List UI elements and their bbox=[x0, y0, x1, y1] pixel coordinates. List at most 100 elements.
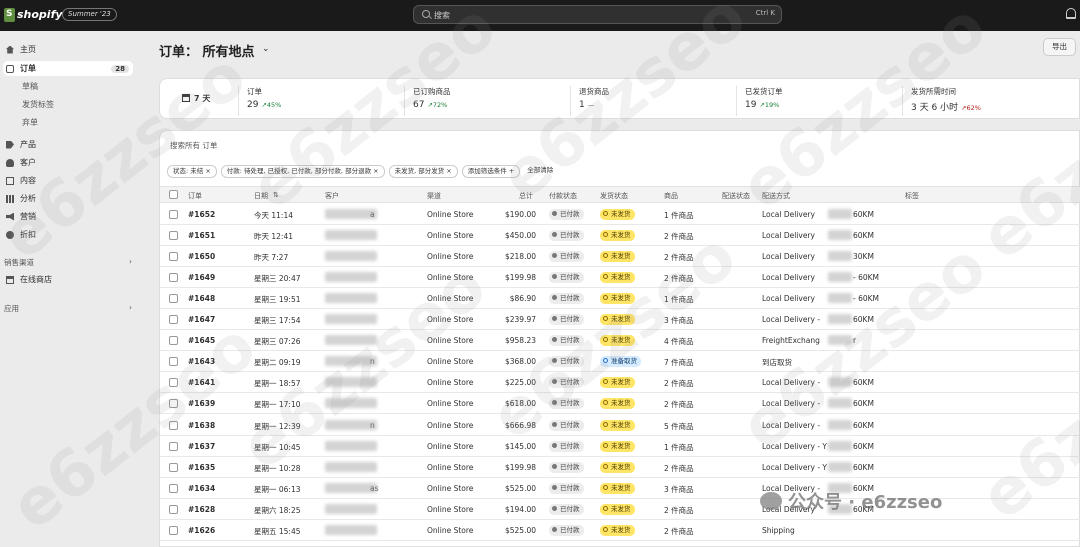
row-checkbox[interactable] bbox=[169, 525, 178, 535]
row-checkbox[interactable] bbox=[169, 483, 178, 493]
item-count[interactable]: 2 件商品 bbox=[664, 273, 694, 284]
sidebar-item-abandoned[interactable]: 弃单 bbox=[0, 115, 140, 130]
col-total[interactable]: 总计 bbox=[519, 191, 533, 201]
item-count[interactable]: 4 件商品 bbox=[664, 336, 694, 347]
table-row[interactable]: #1645 星期三 07:26 Online Store $958.23 已付款 未发货 4… bbox=[160, 330, 1080, 352]
row-checkbox[interactable] bbox=[169, 210, 178, 219]
row-checkbox[interactable] bbox=[169, 231, 178, 241]
order-number[interactable]: #1634 bbox=[188, 484, 215, 493]
table-row[interactable]: #1651 昨天 12:41 Online Store $450.00 已付款 未发货 2 … bbox=[160, 225, 1080, 247]
table-row[interactable]: #1626 星期五 15:45 Online Store $525.00 已付款 未发货 2… bbox=[160, 520, 1080, 541]
table-row[interactable]: #1641 星期一 18:57 Online Store $225.00 已付款 未发货 2… bbox=[160, 372, 1080, 394]
col-payment[interactable]: 付款状态 bbox=[549, 191, 577, 201]
row-checkbox[interactable] bbox=[169, 315, 178, 325]
date-range-button[interactable]: 7 天 bbox=[182, 93, 210, 104]
row-checkbox[interactable] bbox=[169, 294, 178, 304]
item-count[interactable]: 2 件商品 bbox=[664, 252, 694, 263]
stat-fulfill-time[interactable]: 发货所需时间 3 天 6 小时 ↗62% bbox=[902, 86, 1080, 116]
order-number[interactable]: #1647 bbox=[188, 315, 215, 324]
order-number[interactable]: #1652 bbox=[188, 210, 215, 219]
item-count[interactable]: 3 件商品 bbox=[664, 315, 694, 326]
item-count[interactable]: 7 件商品 bbox=[664, 357, 694, 368]
sidebar-item-content[interactable]: 内容 bbox=[0, 173, 140, 188]
item-count[interactable]: 2 件商品 bbox=[664, 378, 694, 389]
sidebar-item-online-store[interactable]: 在线商店 bbox=[0, 272, 140, 287]
table-row[interactable]: #1635 星期一 10:28 Online Store $199.98 已付款 未发货 2… bbox=[160, 457, 1080, 478]
table-row[interactable]: #1647 星期三 17:54 Online Store $239.97 已付款 未发货 3… bbox=[160, 309, 1080, 331]
sidebar-item-discounts[interactable]: 折扣 bbox=[0, 227, 140, 242]
chevron-down-icon[interactable]: ⌄ bbox=[262, 44, 270, 54]
sort-icon[interactable]: ⇅ bbox=[273, 191, 279, 199]
item-count[interactable]: 5 件商品 bbox=[664, 421, 694, 432]
bell-icon[interactable] bbox=[1066, 8, 1076, 19]
item-count[interactable]: 2 件商品 bbox=[664, 505, 694, 516]
global-search-input[interactable]: 搜索 Ctrl K bbox=[413, 5, 782, 24]
item-count[interactable]: 3 件商品 bbox=[664, 484, 694, 495]
order-number[interactable]: #1638 bbox=[188, 421, 215, 430]
shopify-logo-icon[interactable] bbox=[4, 8, 15, 22]
item-count[interactable]: 2 件商品 bbox=[664, 399, 694, 410]
select-all-checkbox[interactable] bbox=[169, 190, 178, 199]
stat-returns[interactable]: 退货商品 1— bbox=[570, 86, 736, 116]
orders-search-input[interactable]: 搜索所有 订单 bbox=[170, 140, 217, 151]
row-checkbox[interactable] bbox=[169, 357, 178, 367]
row-checkbox[interactable] bbox=[169, 420, 178, 430]
apps-section[interactable]: 应用 › bbox=[4, 303, 132, 314]
col-fulfillment[interactable]: 发货状态 bbox=[600, 191, 628, 201]
order-number[interactable]: #1648 bbox=[188, 294, 215, 303]
row-checkbox[interactable] bbox=[169, 441, 178, 451]
row-checkbox[interactable] bbox=[169, 504, 178, 514]
order-number[interactable]: #1639 bbox=[188, 399, 215, 408]
item-count[interactable]: 1 件商品 bbox=[664, 210, 694, 221]
table-row[interactable]: #1643 星期二 09:19 n Online Store $368.00 已付款 准备取… bbox=[160, 351, 1080, 373]
stat-items-ordered[interactable]: 已订购商品 67 ↗72% bbox=[404, 86, 570, 116]
order-number[interactable]: #1635 bbox=[188, 463, 215, 472]
col-customer[interactable]: 客户 bbox=[325, 191, 339, 201]
col-delivery-method[interactable]: 配送方式 bbox=[762, 191, 790, 201]
brand-name[interactable]: shopify bbox=[17, 8, 63, 21]
order-number[interactable]: #1641 bbox=[188, 378, 215, 387]
row-checkbox[interactable] bbox=[169, 378, 178, 388]
order-number[interactable]: #1650 bbox=[188, 252, 215, 261]
item-count[interactable]: 2 件商品 bbox=[664, 463, 694, 474]
sidebar-item-customers[interactable]: 客户 bbox=[0, 155, 140, 170]
table-row[interactable]: #1650 昨天 7:27 Online Store $218.00 已付款 未发货 2 件… bbox=[160, 246, 1080, 268]
order-number[interactable]: #1643 bbox=[188, 357, 215, 366]
stat-orders[interactable]: 订单 29 ↗45% bbox=[238, 86, 404, 116]
stat-fulfilled[interactable]: 已发货订单 19 ↗19% bbox=[736, 86, 902, 116]
table-row[interactable]: #1648 星期三 19:51 Online Store $86.90 已付款 未发货 1 … bbox=[160, 288, 1080, 310]
row-checkbox[interactable] bbox=[169, 462, 178, 472]
row-checkbox[interactable] bbox=[169, 273, 178, 283]
table-row[interactable]: #1649 星期三 20:47 Online Store $199.98 已付款 未发货 2… bbox=[160, 267, 1080, 289]
order-number[interactable]: #1649 bbox=[188, 273, 215, 282]
sidebar-item-drafts[interactable]: 草稿 bbox=[0, 79, 140, 94]
col-delivery-status[interactable]: 配送状态 bbox=[722, 191, 750, 201]
item-count[interactable]: 2 件商品 bbox=[664, 231, 694, 242]
filter-chip-payment[interactable]: 付款: 待处理, 已授权, 已付款, 部分付款, 部分退款 × bbox=[220, 165, 385, 178]
sidebar-item-home[interactable]: 主页 bbox=[0, 42, 140, 57]
order-number[interactable]: #1628 bbox=[188, 505, 215, 514]
row-checkbox[interactable] bbox=[169, 252, 178, 262]
col-channel[interactable]: 渠道 bbox=[427, 191, 441, 201]
export-button[interactable]: 导出 bbox=[1043, 38, 1076, 56]
row-checkbox[interactable] bbox=[169, 336, 178, 346]
sales-channels-section[interactable]: 销售渠道 › bbox=[4, 257, 132, 268]
clear-all-button[interactable]: 全部清除 bbox=[524, 165, 556, 178]
table-row[interactable]: #1638 星期一 12:39 n Online Store $666.98 已付款 未发货… bbox=[160, 415, 1080, 436]
table-row[interactable]: #1652 今天 11:14 a Online Store $190.00 已付款 未发货 1… bbox=[160, 204, 1080, 225]
item-count[interactable]: 1 件商品 bbox=[664, 442, 694, 453]
item-count[interactable]: 2 件商品 bbox=[664, 526, 694, 537]
filter-chip-fulfillment[interactable]: 未发货, 部分发货 × bbox=[388, 165, 458, 178]
add-filter-button[interactable]: 添加筛选条件 + bbox=[461, 165, 521, 178]
sidebar-item-products[interactable]: 产品 bbox=[0, 137, 140, 152]
item-count[interactable]: 1 件商品 bbox=[664, 294, 694, 305]
sidebar-item-shipping-labels[interactable]: 发货标签 bbox=[0, 97, 140, 112]
order-number[interactable]: #1626 bbox=[188, 526, 215, 535]
sidebar-item-orders[interactable]: 订单 28 bbox=[3, 61, 133, 76]
table-row[interactable]: #1639 星期一 17:10 Online Store $618.00 已付款 未发货 2… bbox=[160, 393, 1080, 415]
col-date[interactable]: 日期 bbox=[254, 191, 268, 201]
order-number[interactable]: #1651 bbox=[188, 231, 215, 240]
filter-chip-status[interactable]: 状态: 未结 × bbox=[167, 165, 217, 178]
col-tags[interactable]: 标签 bbox=[905, 191, 919, 201]
row-checkbox[interactable] bbox=[169, 399, 178, 409]
